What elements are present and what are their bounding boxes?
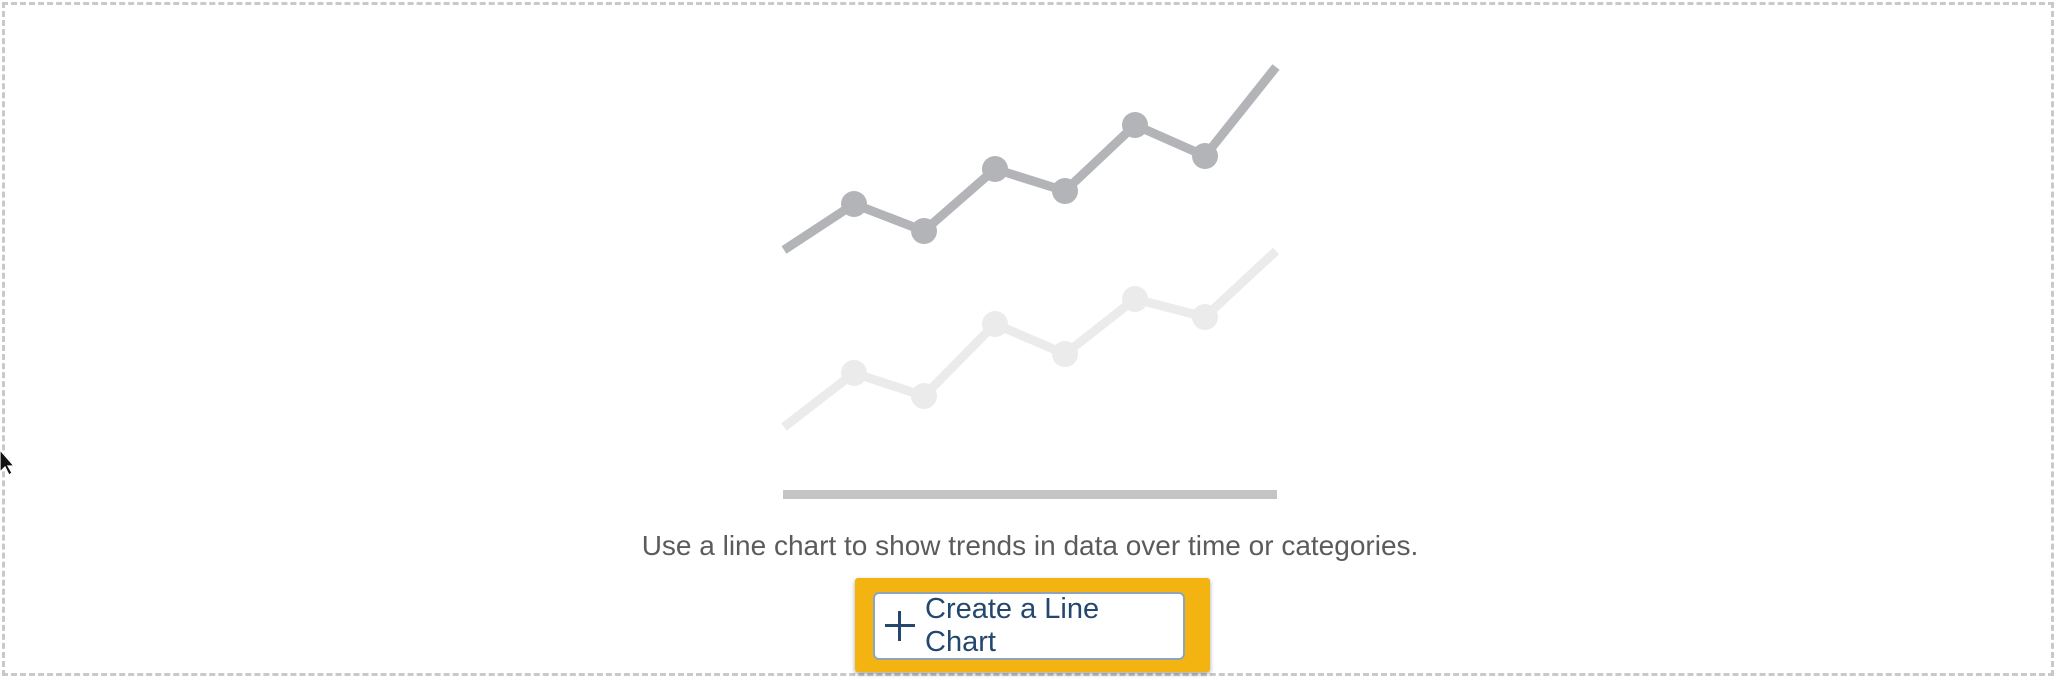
empty-state-description: Use a line chart to show trends in data … bbox=[641, 530, 1419, 561]
create-line-chart-label: Create a Line Chart bbox=[925, 593, 1100, 658]
illustration-line-primary bbox=[781, 64, 1280, 254]
illustration-baseline bbox=[783, 490, 1277, 499]
illustration-line-secondary bbox=[781, 247, 1280, 431]
plus-icon bbox=[885, 611, 915, 641]
create-line-chart-button[interactable]: Create a Line Chart bbox=[873, 592, 1185, 660]
mouse-pointer-icon bbox=[0, 449, 14, 476]
